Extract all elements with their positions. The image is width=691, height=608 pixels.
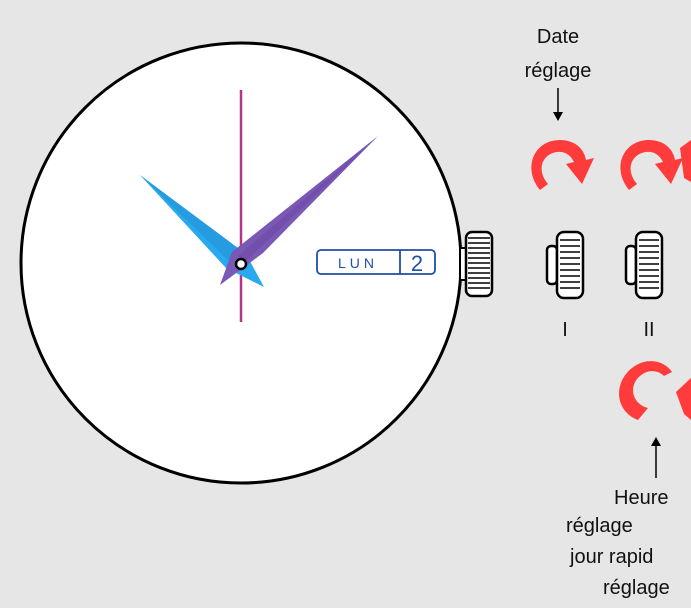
clockwise-arrow-icon — [620, 140, 691, 190]
crown-position-1-label: I — [562, 319, 568, 341]
date-setting-label: réglage — [524, 60, 592, 82]
time-setting-label: réglage — [566, 515, 633, 537]
day-label: LUN — [338, 255, 378, 271]
date-number: 2 — [411, 251, 423, 276]
clockwise-arrow-icon — [531, 140, 594, 190]
quick-day-label: jour rapid — [570, 546, 654, 568]
date-label: Date — [536, 26, 580, 48]
date-window: LUN 2 — [316, 249, 436, 276]
clockwise-arrow-icon — [619, 361, 691, 420]
crown-position-2-label: II — [643, 319, 655, 341]
pointer-arrow-down — [553, 88, 563, 121]
crown-position-1-icon — [545, 230, 585, 300]
day-setting-label: réglage — [603, 577, 670, 599]
crown-position-2-icon — [624, 230, 664, 300]
center-pin — [234, 257, 248, 271]
crown-icon — [459, 230, 494, 298]
pointer-arrow-up — [651, 437, 661, 478]
time-label: Heure — [614, 487, 669, 509]
